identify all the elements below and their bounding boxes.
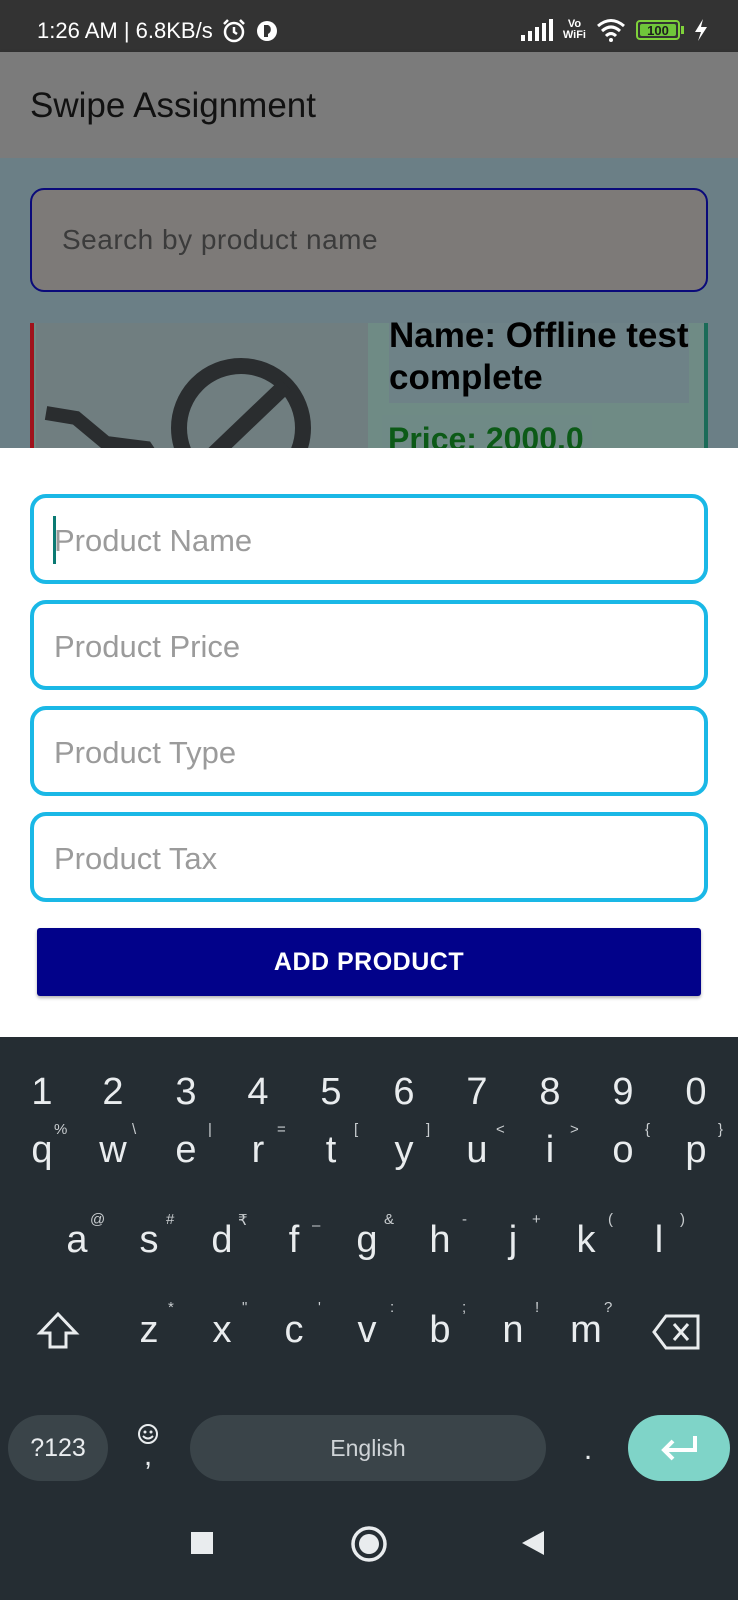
hint-rupee: ₹ — [238, 1212, 248, 1229]
period-key[interactable]: . — [558, 1433, 618, 1467]
key-5[interactable]: 5 — [301, 1071, 361, 1114]
signal-icon — [520, 19, 553, 41]
shift-icon[interactable] — [36, 1309, 80, 1353]
comma-key[interactable]: , — [118, 1439, 178, 1473]
key-v[interactable]: v — [337, 1309, 397, 1352]
key-8[interactable]: 8 — [520, 1071, 580, 1114]
key-y[interactable]: y — [374, 1129, 434, 1172]
hint-single-quote: ' — [318, 1299, 321, 1316]
battery-indicator: 100 — [636, 20, 684, 40]
key-0[interactable]: 0 — [666, 1071, 726, 1114]
key-p[interactable]: p — [666, 1129, 726, 1172]
hint-double-quote: " — [242, 1299, 248, 1316]
battery-icon: 100 — [636, 20, 680, 40]
product-type-placeholder: Product Type — [54, 735, 237, 770]
search-placeholder: Search by product name — [62, 224, 379, 255]
key-1[interactable]: 1 — [12, 1071, 72, 1114]
app-notification-icon — [256, 21, 277, 41]
battery-level: 100 — [647, 22, 669, 38]
product-price-box: Price: 2000.0 — [382, 415, 592, 448]
hint-greater-than: > — [570, 1121, 579, 1138]
key-4[interactable]: 4 — [228, 1071, 288, 1114]
home-icon[interactable] — [350, 1525, 388, 1563]
hint-less-than: < — [496, 1121, 505, 1138]
product-price-input[interactable]: Product Price — [30, 600, 708, 690]
product-type-input[interactable]: Product Type — [30, 706, 708, 796]
product-image-placeholder — [36, 323, 368, 448]
alarm-icon — [222, 19, 245, 43]
symbols-key[interactable]: ?123 — [8, 1415, 108, 1481]
hint-brace-open: { — [645, 1121, 651, 1138]
wifi-icon — [597, 19, 625, 42]
key-3[interactable]: 3 — [156, 1071, 216, 1114]
product-list-area: Search by product name Name: Offline tes… — [0, 158, 738, 448]
hint-question: ? — [604, 1299, 613, 1316]
key-7[interactable]: 7 — [447, 1071, 507, 1114]
enter-icon — [661, 1436, 697, 1461]
status-bar: 1:26 AM | 6.8KB/s Vo WiFi 100 — [0, 0, 738, 52]
key-o[interactable]: o — [593, 1129, 653, 1172]
hint-backslash: \ — [132, 1121, 137, 1138]
hint-pipe: | — [208, 1121, 212, 1138]
key-b[interactable]: b — [410, 1309, 470, 1352]
product-card[interactable]: Name: Offline test complete Price: 2000.… — [30, 316, 708, 448]
hint-asterisk: * — [168, 1299, 174, 1316]
hint-hash: # — [166, 1211, 175, 1228]
no-image-icon — [44, 358, 311, 448]
enter-key[interactable] — [628, 1415, 730, 1481]
app-bar: Swipe Assignment — [0, 52, 738, 158]
key-6[interactable]: 6 — [374, 1071, 434, 1114]
hint-colon: : — [390, 1299, 395, 1316]
key-c[interactable]: c — [264, 1309, 324, 1352]
app-title: Swipe Assignment — [30, 86, 316, 125]
hint-bracket-open: [ — [354, 1121, 359, 1138]
product-price: Price: 2000.0 — [388, 421, 584, 448]
recents-icon[interactable] — [190, 1531, 214, 1555]
product-name: Name: Offline test complete — [389, 316, 689, 397]
hint-percent: % — [54, 1121, 68, 1138]
space-key[interactable]: English — [190, 1415, 546, 1481]
key-t[interactable]: t — [301, 1129, 361, 1172]
system-nav-bar — [0, 1487, 738, 1600]
product-name-input[interactable]: Product Name — [30, 494, 708, 584]
key-n[interactable]: n — [483, 1309, 543, 1352]
soft-keyboard: 1 2 3 4 5 6 7 8 9 0 q w e r t y u i o p … — [0, 1037, 738, 1600]
product-name-placeholder: Product Name — [54, 523, 253, 558]
back-icon[interactable] — [520, 1529, 546, 1557]
hint-equals: = — [277, 1121, 286, 1138]
key-h[interactable]: h — [410, 1219, 470, 1262]
key-e[interactable]: e — [156, 1129, 216, 1172]
hint-semicolon: ; — [462, 1299, 467, 1316]
key-2[interactable]: 2 — [83, 1071, 143, 1114]
hint-bracket-close: ] — [426, 1121, 431, 1138]
hint-paren-open: ( — [608, 1211, 613, 1228]
charging-icon — [695, 19, 707, 41]
add-product-sheet: Product Name Product Price Product Type … — [0, 448, 738, 1038]
hint-at: @ — [90, 1211, 106, 1228]
hint-ampersand: & — [384, 1211, 395, 1228]
hint-paren-close: ) — [680, 1211, 685, 1228]
add-product-button[interactable]: ADD PRODUCT — [37, 928, 701, 996]
hint-dash: – — [312, 1217, 321, 1234]
backspace-icon[interactable] — [652, 1313, 702, 1351]
hint-plus: + — [532, 1211, 541, 1228]
status-right: Vo WiFi 100 — [520, 18, 708, 42]
product-price-placeholder: Product Price — [54, 629, 241, 664]
key-k[interactable]: k — [556, 1219, 616, 1262]
hint-minus: - — [462, 1211, 467, 1228]
vowifi-bottom: WiFi — [562, 29, 586, 41]
key-9[interactable]: 9 — [593, 1071, 653, 1114]
product-tax-placeholder: Product Tax — [54, 841, 218, 876]
vowifi-indicator: Vo WiFi — [563, 19, 586, 41]
search-input[interactable]: Search by product name — [30, 188, 708, 292]
product-tax-input[interactable]: Product Tax — [30, 812, 708, 902]
hint-exclamation: ! — [535, 1299, 540, 1316]
status-time-speed: 1:26 AM | 6.8KB/s — [37, 18, 213, 43]
status-left: 1:26 AM | 6.8KB/s — [37, 18, 279, 44]
hint-brace-close: } — [718, 1121, 724, 1138]
